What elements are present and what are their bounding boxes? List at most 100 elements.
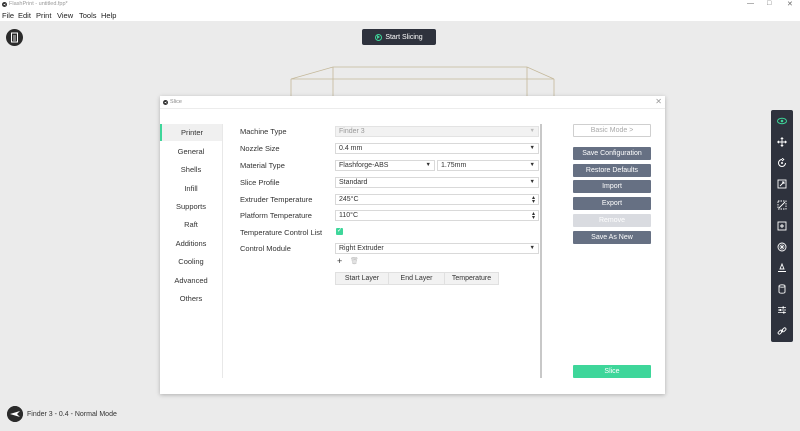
status-bar: Finder 3 - 0.4 - Normal Mode bbox=[7, 406, 117, 422]
nozzle-size-select[interactable]: 0.4 mm ▼ bbox=[335, 143, 539, 154]
column-end-layer: End Layer bbox=[389, 272, 445, 285]
control-module-select[interactable]: Right Extruder ▼ bbox=[335, 243, 539, 254]
cut-tool[interactable] bbox=[774, 197, 790, 213]
rotate-tool[interactable] bbox=[774, 155, 790, 171]
spin-arrows-icon[interactable]: ▴ ▾ bbox=[532, 195, 535, 205]
document-icon bbox=[11, 32, 18, 43]
eye-icon bbox=[777, 117, 787, 125]
menu-edit[interactable]: Edit bbox=[18, 11, 31, 20]
sidebar-item-advanced[interactable]: Advanced bbox=[160, 272, 222, 289]
add-tool[interactable] bbox=[774, 218, 790, 234]
view-tool[interactable] bbox=[774, 113, 790, 129]
chevron-down-icon: ▼ bbox=[529, 179, 535, 185]
menu-help[interactable]: Help bbox=[101, 11, 116, 20]
cylinder-icon bbox=[778, 284, 786, 294]
flashprint-logo-icon bbox=[2, 2, 7, 7]
material-type-select[interactable]: Flashforge-ABS ▼ bbox=[335, 160, 435, 171]
sidebar-item-cooling[interactable]: Cooling bbox=[160, 253, 222, 270]
cut-icon bbox=[777, 200, 787, 210]
sidebar-item-raft[interactable]: Raft bbox=[160, 216, 222, 233]
remove-button[interactable]: Remove bbox=[573, 214, 651, 227]
sidebar-item-supports[interactable]: Supports bbox=[160, 198, 222, 215]
add-icon bbox=[777, 221, 787, 231]
play-icon bbox=[375, 33, 383, 41]
spin-arrows-icon[interactable]: ▴ ▾ bbox=[532, 211, 535, 221]
chevron-down-icon: ▼ bbox=[529, 245, 535, 251]
chevron-down-icon: ▼ bbox=[529, 162, 535, 168]
lay-flat-tool[interactable] bbox=[774, 260, 790, 276]
dialog-close-icon[interactable]: ✕ bbox=[655, 97, 662, 106]
minimize-button[interactable]: — bbox=[747, 0, 754, 7]
menu-bar: File Edit Print View Tools Help bbox=[0, 10, 800, 21]
sidebar-divider bbox=[222, 124, 223, 378]
column-start-layer: Start Layer bbox=[335, 272, 389, 285]
menu-file[interactable]: File bbox=[2, 11, 14, 20]
control-module-label: Control Module bbox=[240, 244, 291, 253]
menu-tools[interactable]: Tools bbox=[79, 11, 97, 20]
right-toolbar bbox=[771, 110, 793, 342]
chevron-down-icon: ▼ bbox=[425, 162, 431, 168]
sidebar-item-others[interactable]: Others bbox=[160, 290, 222, 307]
chevron-down-icon: ▼ bbox=[529, 145, 535, 151]
extruder-temp-spinbox[interactable]: 245°C ▴ ▾ bbox=[335, 194, 539, 205]
flashprint-logo-icon bbox=[163, 100, 168, 105]
checkmark-icon: ✓ bbox=[336, 228, 343, 234]
scale-icon bbox=[777, 179, 787, 189]
cylinder-tool[interactable] bbox=[774, 281, 790, 297]
machine-status-text: Finder 3 - 0.4 - Normal Mode bbox=[27, 410, 117, 418]
start-slicing-label: Start Slicing bbox=[385, 33, 423, 41]
sidebar-item-shells[interactable]: Shells bbox=[160, 161, 222, 178]
add-row-icon[interactable]: + bbox=[337, 256, 342, 266]
nozzle-size-label: Nozzle Size bbox=[240, 144, 280, 153]
machine-type-label: Machine Type bbox=[240, 127, 287, 136]
slice-dialog: Slice ✕ Printer General Shells Infill Su… bbox=[160, 96, 665, 394]
temperature-table-header: Start Layer End Layer Temperature bbox=[335, 272, 499, 285]
move-icon bbox=[777, 137, 787, 147]
file-list-button[interactable] bbox=[6, 29, 23, 46]
platform-temp-spinbox[interactable]: 110°C ▴ ▾ bbox=[335, 210, 539, 221]
supports-tool[interactable] bbox=[774, 239, 790, 255]
close-window-button[interactable]: ✕ bbox=[787, 0, 793, 8]
platform-temp-label: Platform Temperature bbox=[240, 211, 312, 220]
menu-print[interactable]: Print bbox=[36, 11, 51, 20]
maximize-button[interactable]: □ bbox=[767, 0, 771, 7]
dialog-header: Slice ✕ bbox=[160, 96, 665, 109]
slice-button[interactable]: Slice bbox=[573, 365, 651, 378]
material-type-label: Material Type bbox=[240, 161, 285, 170]
link-tool[interactable] bbox=[774, 323, 790, 339]
export-button[interactable]: Export bbox=[573, 197, 651, 210]
scale-tool[interactable] bbox=[774, 176, 790, 192]
save-configuration-button[interactable]: Save Configuration bbox=[573, 147, 651, 160]
column-temperature: Temperature bbox=[445, 272, 499, 285]
slice-profile-select[interactable]: Standard ▼ bbox=[335, 177, 539, 188]
chevron-down-icon: ▼ bbox=[529, 128, 535, 134]
sidebar-item-additions[interactable]: Additions bbox=[160, 235, 222, 252]
lay-flat-icon bbox=[778, 263, 786, 272]
machine-type-select: Finder 3 ▼ bbox=[335, 126, 539, 137]
sidebar-item-infill[interactable]: Infill bbox=[160, 180, 222, 197]
link-icon bbox=[777, 327, 787, 335]
printer-logo-icon bbox=[7, 406, 23, 422]
filament-diameter-select[interactable]: 1.75mm ▼ bbox=[437, 160, 539, 171]
window-title: FlashPrint - untitled.fpp* bbox=[9, 1, 68, 7]
move-tool[interactable] bbox=[774, 134, 790, 150]
settings-tool[interactable] bbox=[774, 302, 790, 318]
save-as-new-button[interactable]: Save As New bbox=[573, 231, 651, 244]
sidebar-item-printer[interactable]: Printer bbox=[160, 124, 222, 141]
form-scrollbar[interactable] bbox=[540, 124, 542, 378]
sidebar-item-general[interactable]: General bbox=[160, 143, 222, 160]
extruder-temp-label: Extruder Temperature bbox=[240, 195, 313, 204]
rotate-icon bbox=[778, 158, 786, 167]
import-button[interactable]: Import bbox=[573, 180, 651, 193]
restore-defaults-button[interactable]: Restore Defaults bbox=[573, 164, 651, 177]
start-slicing-button[interactable]: Start Slicing bbox=[362, 29, 436, 45]
supports-icon bbox=[777, 242, 787, 252]
delete-row-icon[interactable]: 🗑 bbox=[350, 257, 359, 265]
basic-mode-button[interactable]: Basic Mode > bbox=[573, 124, 651, 137]
menu-view[interactable]: View bbox=[57, 11, 73, 20]
dialog-title: Slice bbox=[170, 99, 182, 105]
window-title-bar: FlashPrint - untitled.fpp* — □ ✕ bbox=[0, 0, 800, 10]
slice-profile-label: Slice Profile bbox=[240, 178, 280, 187]
temp-control-list-label: Temperature Control List bbox=[240, 228, 323, 237]
temp-control-list-checkbox[interactable]: ✓ bbox=[336, 228, 343, 235]
